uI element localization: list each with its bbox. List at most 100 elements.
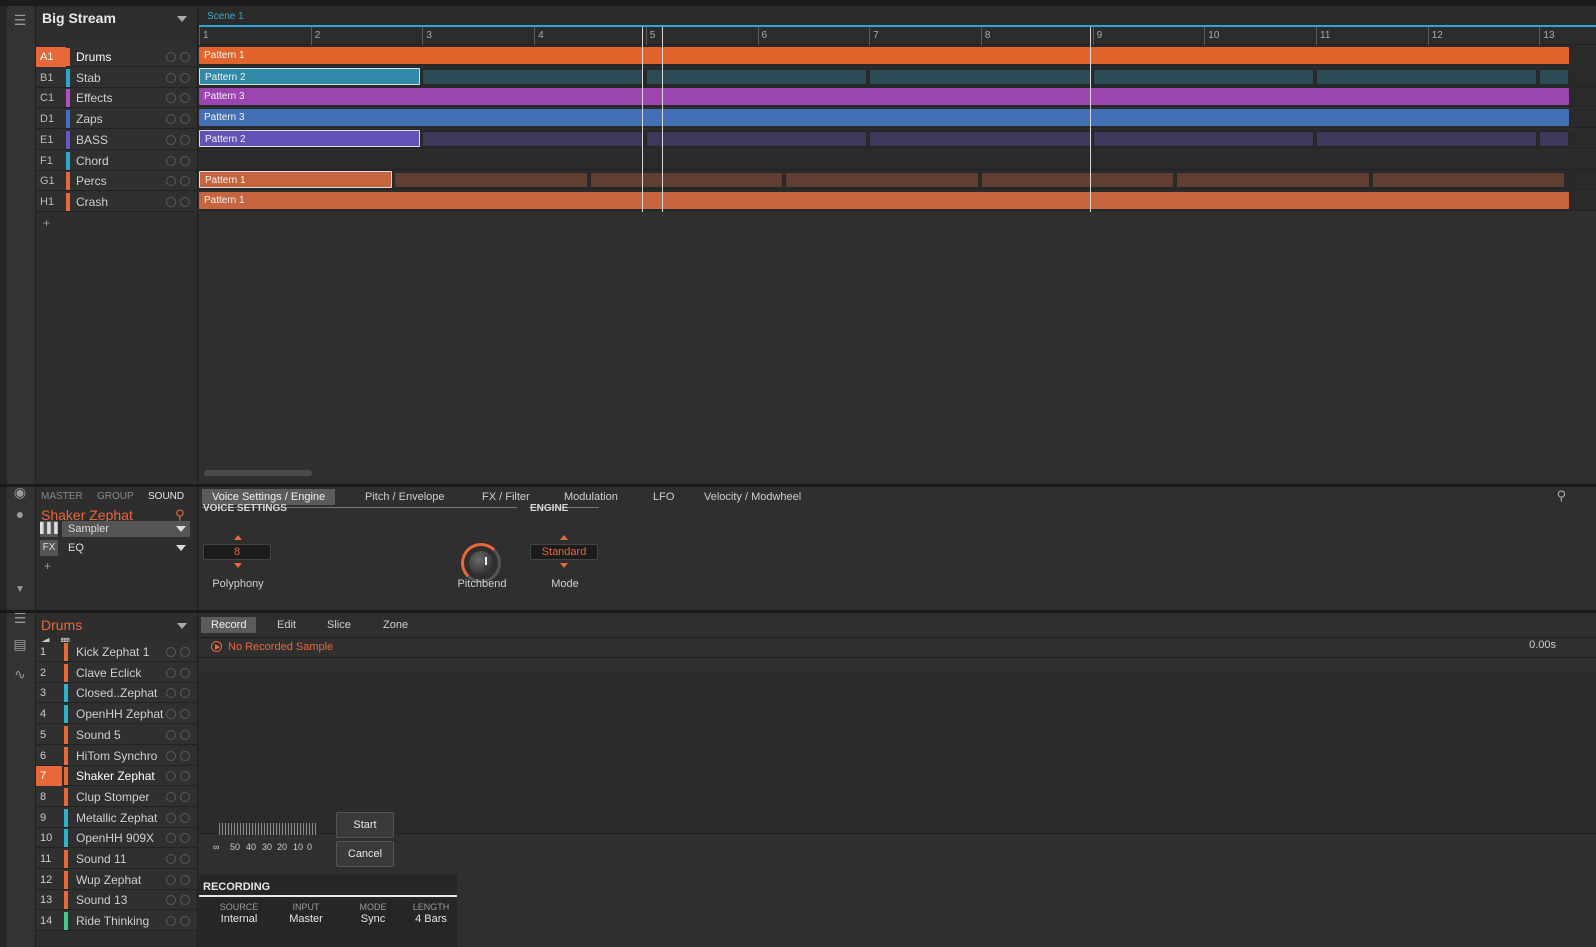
sound-row[interactable]: 9 Metallic Zephat (36, 807, 197, 828)
start-button[interactable]: Start (336, 812, 394, 838)
track-lane[interactable]: Pattern 2 (199, 128, 1596, 149)
tab-pitch-envelope[interactable]: Pitch / Envelope (355, 489, 455, 505)
solo-icon[interactable] (180, 176, 190, 187)
solo-icon[interactable] (180, 791, 190, 802)
track-lane[interactable] (199, 149, 1596, 170)
solo-icon[interactable] (180, 667, 190, 678)
group-dropdown-icon[interactable] (177, 623, 187, 629)
tab-record[interactable]: Record (201, 617, 257, 633)
group-row[interactable]: G1 Percs (36, 171, 197, 192)
recording-field-value[interactable]: Master (278, 913, 334, 925)
pattern-clip[interactable]: Pattern 2 (199, 67, 421, 85)
recording-field-value[interactable]: 4 Bars (403, 913, 459, 925)
tab-group[interactable]: GROUP (97, 491, 134, 502)
track-lane[interactable]: Pattern 2 (199, 66, 1596, 87)
solo-icon[interactable] (180, 916, 190, 927)
mute-icon[interactable] (166, 196, 176, 207)
project-title[interactable]: Big Stream (42, 10, 116, 26)
waveform-icon[interactable]: ∿ (12, 666, 28, 682)
sound-row[interactable]: 5 Sound 5 (36, 724, 197, 745)
collapse-icon[interactable]: ▼ (12, 582, 28, 598)
tab-velocity-modwheel[interactable]: Velocity / Modwheel (694, 489, 811, 505)
pattern-clip[interactable]: Pattern 3 (199, 88, 1569, 106)
mute-icon[interactable] (166, 895, 176, 906)
mute-icon[interactable] (166, 93, 176, 104)
mute-icon[interactable] (166, 791, 176, 802)
sound-row[interactable]: 2 Clave Eclick (36, 662, 197, 683)
track-lane[interactable]: Pattern 1 (199, 46, 1596, 66)
add-group-icon[interactable]: + (43, 216, 50, 230)
mute-icon[interactable] (166, 647, 176, 657)
list-icon[interactable]: ▤ (12, 636, 28, 652)
mute-icon[interactable] (166, 52, 176, 62)
mute-icon[interactable] (166, 709, 176, 720)
solo-icon[interactable] (180, 874, 190, 885)
mute-icon[interactable] (166, 688, 176, 699)
pattern-clip[interactable]: Pattern 1 (199, 171, 393, 189)
pattern-clip[interactable]: Pattern 1 (199, 47, 1569, 64)
sound-row[interactable]: 11 Sound 11 (36, 849, 197, 869)
mute-icon[interactable] (166, 729, 176, 740)
polyphony-value[interactable]: 8 (203, 544, 271, 560)
solo-icon[interactable] (180, 196, 190, 207)
solo-icon[interactable] (180, 52, 190, 62)
mute-icon[interactable] (166, 155, 176, 166)
plugin-icon[interactable]: ● (12, 506, 28, 522)
mute-icon[interactable] (166, 72, 176, 83)
solo-icon[interactable] (180, 854, 190, 864)
mute-icon[interactable] (166, 833, 176, 844)
group-row[interactable]: C1 Effects (36, 88, 197, 109)
chevron-down-icon[interactable] (176, 526, 186, 532)
mute-icon[interactable] (166, 916, 176, 927)
mute-icon[interactable] (166, 750, 176, 761)
mute-icon[interactable] (166, 667, 176, 678)
mute-icon[interactable] (166, 854, 176, 864)
sound-row[interactable]: 12 Wup Zephat (36, 869, 197, 890)
sound-row[interactable]: 3 Closed..Zephat (36, 683, 197, 704)
sound-row[interactable]: 1 Kick Zephat 1 (36, 642, 197, 662)
pattern-clip[interactable]: Pattern 1 (199, 191, 1569, 209)
tab-master[interactable]: MASTER (41, 491, 83, 502)
pattern-clip[interactable]: Pattern 3 (199, 109, 1569, 127)
search-icon[interactable]: ⚲ (1556, 488, 1566, 504)
cancel-button[interactable]: Cancel (336, 841, 394, 867)
project-dropdown-icon[interactable] (177, 16, 187, 22)
group-row[interactable]: D1 Zaps (36, 109, 197, 130)
chevron-down-icon[interactable] (176, 545, 186, 551)
plugin-slot-eq[interactable]: FX EQ (40, 540, 190, 556)
decrement-icon[interactable] (560, 563, 568, 568)
mixer-icon[interactable]: ☰ (12, 12, 28, 28)
group-row[interactable]: A1 Drums (36, 47, 197, 67)
recording-field-value[interactable]: Internal (211, 913, 267, 925)
pattern-clip[interactable]: Pattern 2 (199, 129, 421, 147)
solo-icon[interactable] (180, 114, 190, 125)
solo-icon[interactable] (180, 688, 190, 699)
mute-icon[interactable] (166, 771, 176, 782)
add-plugin-icon[interactable]: + (44, 559, 51, 573)
tab-zone[interactable]: Zone (373, 617, 418, 633)
group-row[interactable]: B1 Stab (36, 67, 197, 88)
track-lane[interactable]: Pattern 3 (199, 108, 1596, 129)
tab-edit[interactable]: Edit (267, 617, 306, 633)
tab-slice[interactable]: Slice (317, 617, 361, 633)
sound-row[interactable]: 6 HiTom Synchro (36, 745, 197, 766)
mute-icon[interactable] (166, 874, 176, 885)
track-lane[interactable]: Pattern 3 (199, 87, 1596, 108)
increment-icon[interactable] (234, 535, 242, 540)
plugin-slot-sampler[interactable]: ▌▌▌ Sampler (40, 521, 190, 537)
sound-row[interactable]: 10 OpenHH 909X (36, 828, 197, 849)
solo-icon[interactable] (180, 93, 190, 104)
tab-lfo[interactable]: LFO (643, 489, 684, 505)
group-name[interactable]: Drums (41, 617, 82, 633)
track-lane[interactable]: Pattern 1 (199, 170, 1596, 191)
solo-icon[interactable] (180, 155, 190, 166)
solo-icon[interactable] (180, 895, 190, 906)
scene-label[interactable]: Scene 1 (207, 11, 244, 22)
sound-row[interactable]: 14 Ride Thinking (36, 911, 197, 932)
solo-icon[interactable] (180, 771, 190, 782)
mode-value[interactable]: Standard (530, 544, 598, 560)
sound-row[interactable]: 7 Shaker Zephat (36, 766, 197, 787)
timeline-ruler[interactable]: 1 2 3 4 5 6 7 8 9 10 11 12 13 (199, 27, 1596, 45)
decrement-icon[interactable] (234, 563, 242, 568)
pitchbend-knob[interactable] (461, 543, 501, 583)
